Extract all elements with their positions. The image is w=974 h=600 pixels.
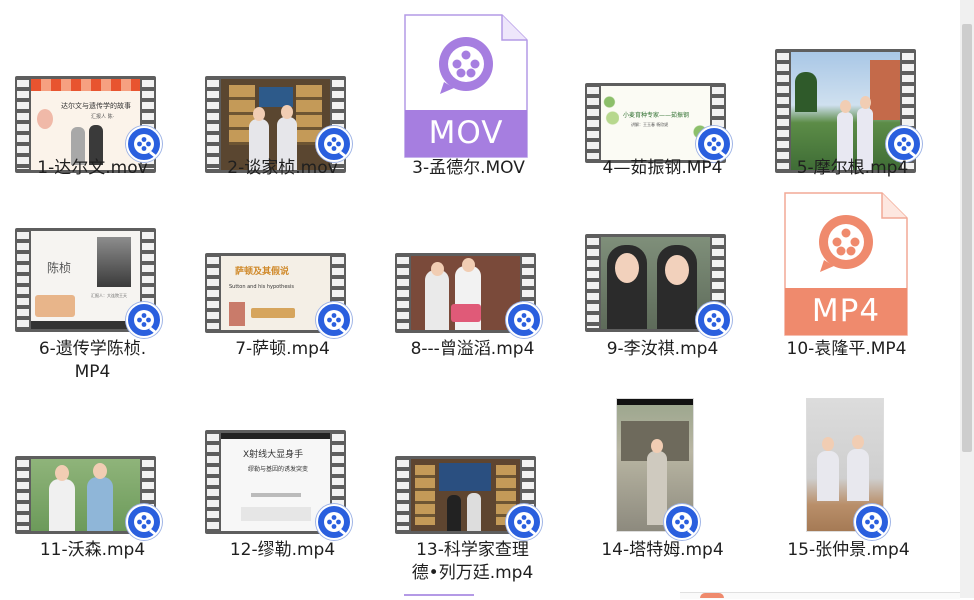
file-name: 10-袁隆平.MP4 [786,339,907,359]
file-name: 4—茹振钢.MP4 [602,158,723,178]
file-item[interactable]: MP4 10-袁隆平.MP4 [754,192,939,390]
file-name: 14-塔特姆.mp4 [601,540,724,560]
video-player-icon [664,504,700,540]
file-item[interactable]: 13-科学家查理 德•列万廷.mp4 [380,398,565,598]
file-extension-label: MOV [428,115,504,151]
file-item[interactable]: MOV 3-孟德尔.MOV [376,14,561,200]
file-name: 12-缪勒.mp4 [229,540,336,560]
slide-title: 陈桢 [47,261,72,275]
file-name: 8---曾溢滔.mp4 [410,339,535,359]
file-name: 15-张仲景.mp4 [787,540,910,560]
file-name: 6-遗传学陈桢. [38,339,147,359]
video-player-icon [126,504,162,540]
file-name: 9-李汝祺.mp4 [606,339,719,359]
slide-title: 萨顿及其假说 [235,267,290,277]
file-item[interactable]: 2-谈家桢.mov [190,20,375,200]
file-name: 2-谈家桢.mov [227,158,338,178]
file-item[interactable]: 9-李汝祺.mp4 [570,200,755,390]
file-name: 11-沃森.mp4 [39,540,146,560]
file-name-line2: MP4 [74,362,111,382]
file-item[interactable]: 小麦育种专家——茹振钢 讲解：王玉春 杨欣妮 4—茹振钢.MP4 [570,20,755,200]
file-name: 5-摩尔根.mp4 [796,158,909,178]
file-name: 7-萨顿.mp4 [235,339,330,359]
file-name: 1-达尔文.mov [37,158,148,178]
file-item[interactable]: 陈桢 汇报人：大连院王天 6-遗传学陈桢. MP4 [0,200,185,390]
file-extension-label: MP4 [811,293,881,329]
video-player-icon [126,302,162,338]
next-row-item-edge [700,593,724,598]
file-name: 3-孟德尔.MOV [412,158,525,178]
file-name-line2: 德•列万廷.mp4 [411,563,534,583]
file-item[interactable]: X射线大显身手 缪勒与基因的诱发突变 12-缪勒.mp4 [190,398,375,598]
slide-title: 达尔文与遗传学的故事 [61,102,131,110]
mov-file-icon: MOV [404,14,528,158]
video-player-icon [506,504,542,540]
video-player-icon [506,302,542,338]
file-item[interactable]: 14-塔特姆.mp4 [570,398,755,598]
scrollbar-thumb[interactable] [962,24,972,452]
video-player-icon [696,302,732,338]
video-player-icon [316,504,352,540]
file-item[interactable]: 5-摩尔根.mp4 [760,20,945,200]
mp4-file-icon: MP4 [784,192,908,336]
file-item[interactable]: 15-张仲景.mp4 [756,398,941,598]
slide-title: 小麦育种专家——茹振钢 [623,112,690,119]
file-item[interactable]: 萨顿及其假说 Sutton and his hypothesis 7-萨顿.mp… [190,200,375,390]
file-item[interactable]: 8---曾溢滔.mp4 [380,200,565,390]
slide-title: X射线大显身手 [243,450,304,460]
file-name: 13-科学家查理 [416,540,529,560]
file-item[interactable]: 11-沃森.mp4 [0,398,185,598]
next-row-item-edge [404,594,474,600]
vertical-scrollbar[interactable] [960,0,974,598]
file-item[interactable]: 达尔文与遗传学的故事 汇报人 陈· 1-达尔文.mov [0,20,185,200]
video-player-icon [316,302,352,338]
video-player-icon [854,504,890,540]
